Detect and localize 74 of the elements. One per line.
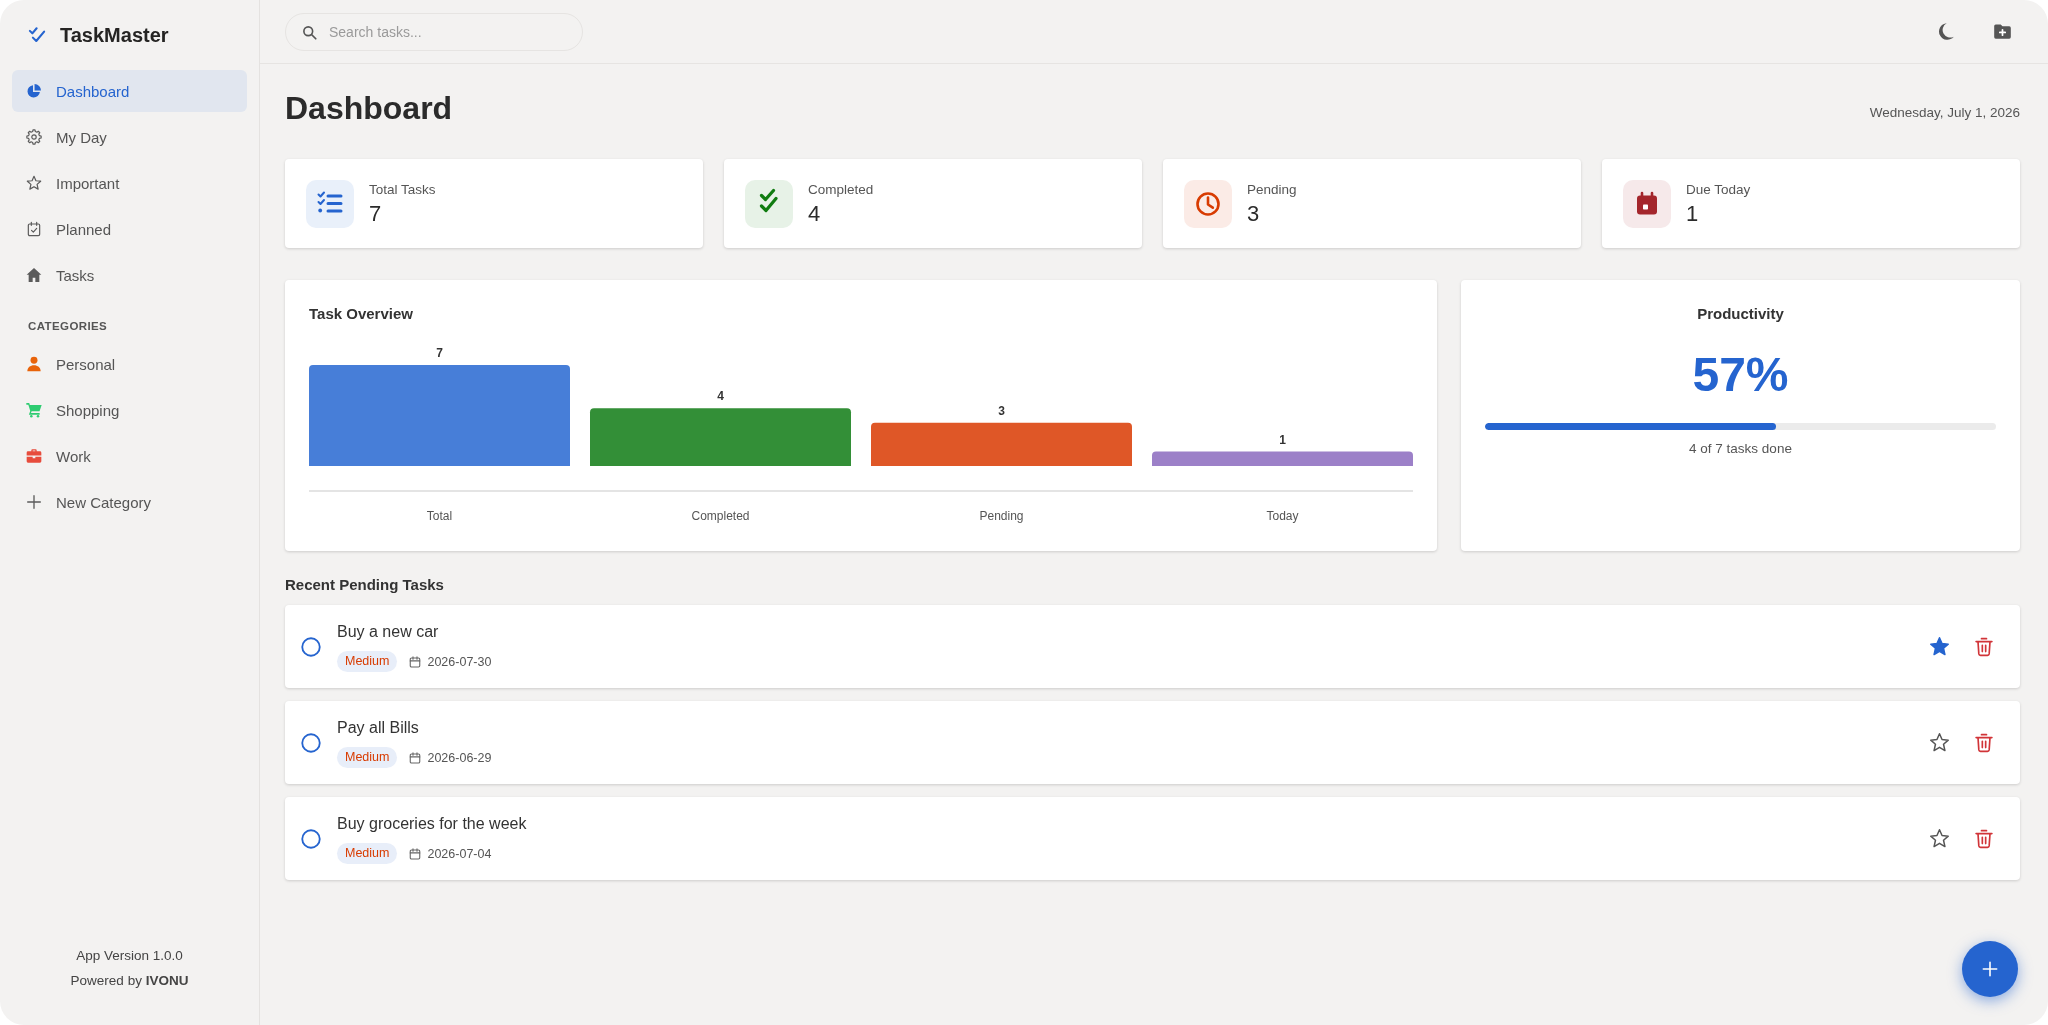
due-date: 2026-07-30 bbox=[427, 654, 492, 669]
stat-value: 3 bbox=[1247, 200, 1261, 227]
new-category-button[interactable]: New Category bbox=[12, 481, 247, 523]
category-item[interactable]: Work bbox=[12, 435, 247, 477]
calendar-icon bbox=[409, 655, 422, 668]
progress-caption: 4 of 7 tasks done bbox=[1689, 440, 1792, 458]
card-title: Productivity bbox=[1697, 304, 1784, 324]
category-label: Total bbox=[426, 509, 453, 523]
nav-item[interactable]: Tasks bbox=[12, 254, 247, 296]
star-icon[interactable] bbox=[1929, 636, 1950, 657]
chart-title: Task Overview bbox=[309, 304, 414, 324]
gear-icon bbox=[26, 129, 42, 145]
value-label: 7 bbox=[436, 346, 443, 360]
app-name: TaskMaster bbox=[60, 23, 169, 47]
value-label: 4 bbox=[717, 389, 724, 404]
folder-plus-icon[interactable] bbox=[1993, 22, 2012, 41]
priority-badge: Medium bbox=[337, 843, 398, 864]
priority-badge: Medium bbox=[337, 747, 398, 768]
section-title: Recent Pending Tasks bbox=[285, 575, 445, 595]
calendar-check-icon bbox=[26, 221, 42, 237]
stat-label: Pending bbox=[1247, 180, 1297, 199]
checklist-icon bbox=[306, 179, 354, 228]
task-title: Buy a new car bbox=[337, 622, 440, 642]
page-title: Dashboard bbox=[285, 89, 453, 128]
task-checkbox[interactable] bbox=[301, 828, 321, 849]
category-label: Today bbox=[1266, 509, 1299, 523]
nav-item[interactable]: Planned bbox=[12, 208, 247, 250]
stat-label: Total Tasks bbox=[369, 180, 436, 199]
stat-value: 1 bbox=[1686, 200, 1700, 227]
double-check-icon bbox=[745, 179, 793, 228]
stat-label: Completed bbox=[808, 180, 874, 199]
nav-item[interactable]: My Day bbox=[12, 116, 247, 158]
category-item[interactable]: Personal bbox=[12, 343, 247, 385]
task-title: Pay all Bills bbox=[337, 718, 420, 738]
percent-value: 57% bbox=[1692, 347, 1789, 403]
task-checkbox[interactable] bbox=[301, 732, 321, 753]
plus-icon bbox=[1982, 961, 1998, 977]
nav-item[interactable]: Dashboard bbox=[12, 70, 247, 112]
version-text: App Version 1.0.0 bbox=[76, 947, 183, 965]
category-label: Pending bbox=[979, 509, 1024, 523]
section-heading: CATEGORIES bbox=[28, 319, 109, 334]
pie-chart-icon bbox=[26, 83, 42, 99]
value-label: 1 bbox=[1279, 432, 1286, 447]
calendar-icon bbox=[1623, 179, 1671, 228]
value-label: 3 bbox=[998, 403, 1005, 418]
search-field[interactable]: Search tasks... bbox=[285, 12, 583, 51]
home-icon bbox=[26, 267, 42, 283]
due-date: 2026-06-29 bbox=[427, 750, 492, 765]
trash-icon[interactable] bbox=[1974, 732, 1994, 753]
due-date: 2026-07-04 bbox=[427, 846, 492, 861]
nav-item[interactable]: Important bbox=[12, 162, 247, 204]
category-label: Completed bbox=[691, 509, 750, 523]
calendar-icon bbox=[409, 751, 422, 764]
calendar-icon bbox=[409, 847, 422, 860]
stat-label: Due Today bbox=[1686, 180, 1751, 199]
star-icon[interactable] bbox=[1929, 732, 1950, 753]
clock-icon bbox=[1184, 179, 1232, 228]
stat-value: 4 bbox=[808, 200, 822, 227]
category-item[interactable]: Shopping bbox=[12, 389, 247, 431]
task-title: Buy groceries for the week bbox=[337, 814, 528, 834]
plus-icon bbox=[26, 494, 42, 510]
search-icon bbox=[302, 24, 317, 40]
date-text: Wednesday, July 1, 2026 bbox=[1869, 103, 2020, 120]
moon-icon[interactable] bbox=[1936, 22, 1955, 41]
star-icon bbox=[26, 175, 42, 191]
double-check-icon bbox=[28, 26, 46, 44]
trash-icon[interactable] bbox=[1974, 828, 1994, 849]
priority-badge: Medium bbox=[337, 651, 398, 672]
add-task-button[interactable] bbox=[1962, 941, 2018, 997]
star-icon[interactable] bbox=[1929, 828, 1950, 849]
stat-value: 7 bbox=[369, 200, 383, 227]
credit-text: Powered by IVONU bbox=[70, 972, 189, 990]
trash-icon[interactable] bbox=[1974, 636, 1994, 657]
task-checkbox[interactable] bbox=[301, 636, 321, 657]
